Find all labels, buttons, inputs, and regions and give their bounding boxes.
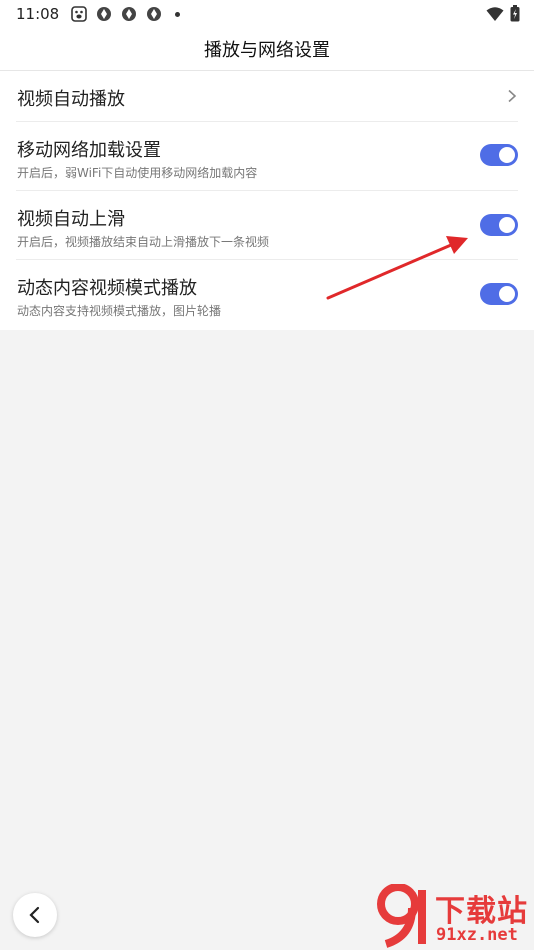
toggle-knob [499, 217, 515, 233]
status-notification-icons [71, 6, 181, 22]
app-icon [97, 7, 112, 21]
setting-title: 移动网络加载设置 [17, 140, 161, 161]
wifi-icon [486, 6, 504, 21]
header-bar: 播放与网络设置 [0, 28, 534, 71]
battery-charging-icon [510, 5, 520, 22]
setting-subtitle: 开启后，弱WiFi下自动使用移动网络加载内容 [17, 166, 258, 180]
status-bar: 11:08 [0, 0, 534, 28]
status-system-icons [486, 5, 520, 22]
annotation-arrow-icon [326, 236, 468, 300]
back-button[interactable] [13, 893, 57, 937]
setting-subtitle: 动态内容支持视频模式播放，图片轮播 [17, 304, 222, 318]
app-icon [147, 7, 162, 21]
setting-title: 动态内容视频模式播放 [17, 278, 197, 299]
chevron-right-icon [508, 89, 517, 103]
setting-row-autoplay[interactable]: 视频自动播放 [0, 71, 534, 122]
mobile-network-toggle[interactable] [480, 144, 518, 166]
more-dot-icon [175, 11, 181, 17]
watermark-logo-icon [377, 884, 426, 948]
setting-subtitle: 开启后，视频播放结束自动上滑播放下一条视频 [17, 235, 270, 249]
watermark-site-name: 下载站 [435, 894, 528, 929]
baidu-paw-icon [71, 6, 88, 22]
auto-slide-toggle[interactable] [480, 214, 518, 236]
toggle-knob [499, 147, 515, 163]
setting-title: 视频自动播放 [17, 89, 125, 110]
setting-row-mobile-network: 移动网络加载设置 开启后，弱WiFi下自动使用移动网络加载内容 [0, 122, 534, 191]
app-icon [122, 7, 137, 21]
watermark-url: 91xz.net [436, 925, 518, 945]
page-title: 播放与网络设置 [204, 40, 330, 61]
toggle-knob [499, 286, 515, 302]
status-time: 11:08 [16, 5, 60, 23]
setting-title: 视频自动上滑 [17, 209, 125, 230]
video-mode-toggle[interactable] [480, 283, 518, 305]
chevron-left-icon [29, 906, 40, 924]
